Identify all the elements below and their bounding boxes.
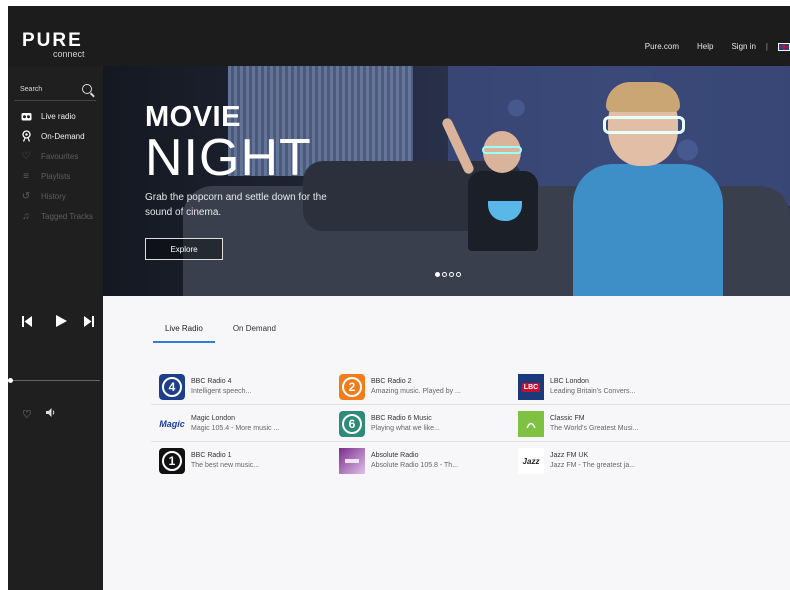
sidebar-item-label: Tagged Tracks bbox=[41, 211, 94, 221]
station-name: BBC Radio 2 bbox=[371, 378, 412, 385]
station-absolute-radio[interactable]: Absolute Radio Absolute Radio 105.8 - Th… bbox=[339, 448, 458, 474]
hero-text: MOVIE NIGHT Grab the popcorn and settle … bbox=[145, 102, 355, 220]
carousel-dot[interactable] bbox=[435, 272, 440, 277]
station-name: Jazz FM UK bbox=[550, 452, 589, 459]
sidebar-item-label: Favourites bbox=[41, 151, 79, 161]
bbc-radio-1-logo-icon: 1 bbox=[159, 448, 185, 474]
sidebar-item-playlists[interactable]: ≡ Playlists bbox=[8, 166, 103, 186]
main-content: Live Radio On Demand 4 BBC Radio 4 Intel… bbox=[103, 296, 790, 590]
sidebar-item-on-demand[interactable]: On-Demand bbox=[8, 126, 103, 146]
station-bbc-radio-4[interactable]: 4 BBC Radio 4 Intelligent speech... bbox=[159, 374, 251, 400]
station-desc: The World's Greatest Musi... bbox=[550, 425, 639, 432]
pure-connect-logo[interactable]: PURE connect bbox=[22, 30, 85, 59]
hero-description: Grab the popcorn and settle down for the… bbox=[145, 192, 327, 218]
station-desc: Absolute Radio 105.8 - Th... bbox=[371, 462, 459, 469]
station-name: Classic FM bbox=[550, 415, 585, 422]
sidebar-item-label: Playlists bbox=[41, 171, 71, 181]
station-name: LBC London bbox=[550, 378, 589, 385]
sidebar-item-label: On-Demand bbox=[41, 131, 85, 141]
station-name: Magic London bbox=[191, 415, 235, 422]
classic-fm-logo-icon bbox=[518, 411, 544, 437]
heart-outline-icon: ♡ bbox=[21, 150, 31, 162]
station-desc: Intelligent speech... bbox=[191, 388, 252, 395]
sidebar-item-history[interactable]: ↺ History bbox=[8, 186, 103, 206]
station-row: Magic Magic London Magic 105.4 - More mu… bbox=[151, 405, 790, 442]
sidebar-item-favourites[interactable]: ♡ Favourites bbox=[8, 146, 103, 166]
station-magic-london[interactable]: Magic Magic London Magic 105.4 - More mu… bbox=[159, 411, 279, 437]
carousel-dot[interactable] bbox=[442, 272, 447, 277]
station-lbc-london[interactable]: LBC LBC London Leading Britain's Convers… bbox=[518, 374, 635, 400]
sidebar: Search Live radio On-Demand ♡ Favourites bbox=[8, 66, 103, 590]
help-link[interactable]: Help bbox=[697, 42, 713, 51]
content-tabs: Live Radio On Demand bbox=[153, 324, 288, 343]
station-desc: Playing what we like... bbox=[371, 425, 440, 432]
uk-flag-icon[interactable] bbox=[778, 42, 790, 51]
music-note-icon: ♫ bbox=[22, 210, 30, 222]
progress-knob[interactable] bbox=[8, 378, 13, 383]
search-placeholder: Search bbox=[20, 86, 43, 93]
hero-title-line1: MOVIE bbox=[145, 101, 241, 133]
hero-child-left bbox=[440, 116, 558, 256]
station-desc: Jazz FM - The greatest ja... bbox=[550, 462, 636, 469]
station-jazz-fm-uk[interactable]: Jazz Jazz FM UK Jazz FM - The greatest j… bbox=[518, 448, 635, 474]
station-grid: 4 BBC Radio 4 Intelligent speech... 2 BB… bbox=[151, 368, 790, 478]
station-desc: Amazing music. Played by ... bbox=[371, 388, 461, 395]
top-links: Pure.com Help Sign in | bbox=[627, 42, 790, 51]
station-desc: Leading Britain's Convers... bbox=[550, 388, 636, 395]
station-row: 1 BBC Radio 1 The best new music... Abso… bbox=[151, 442, 790, 478]
sidebar-nav: Live radio On-Demand ♡ Favourites ≡ Play… bbox=[8, 106, 103, 226]
lbc-logo-icon: LBC bbox=[518, 374, 544, 400]
favourite-heart-icon[interactable]: ♡ bbox=[22, 408, 32, 421]
pure-com-link[interactable]: Pure.com bbox=[645, 42, 679, 51]
sidebar-item-live-radio[interactable]: Live radio bbox=[8, 106, 103, 126]
carousel-dot[interactable] bbox=[449, 272, 454, 277]
player-controls: ♡ bbox=[8, 311, 103, 431]
station-name: Absolute Radio bbox=[371, 452, 419, 459]
magic-logo-icon: Magic bbox=[159, 419, 185, 429]
tab-live-radio[interactable]: Live Radio bbox=[153, 324, 215, 343]
hero-child-right bbox=[573, 82, 733, 296]
sidebar-item-label: Live radio bbox=[41, 111, 76, 121]
explore-button[interactable]: Explore bbox=[145, 238, 223, 260]
bbc-radio-2-logo-icon: 2 bbox=[339, 374, 365, 400]
progress-slider[interactable] bbox=[8, 378, 100, 383]
logo-sub: connect bbox=[53, 49, 85, 59]
carousel-dots bbox=[435, 272, 463, 277]
sidebar-item-tagged-tracks[interactable]: ♫ Tagged Tracks bbox=[8, 206, 103, 226]
divider: | bbox=[765, 42, 768, 51]
station-name: BBC Radio 4 bbox=[191, 378, 232, 385]
station-name: BBC Radio 1 bbox=[191, 452, 232, 459]
station-name: BBC Radio 6 Music bbox=[371, 415, 432, 422]
station-classic-fm[interactable]: Classic FM The World's Greatest Musi... bbox=[518, 411, 638, 437]
station-desc: The best new music... bbox=[191, 462, 260, 469]
hero-banner: MOVIE NIGHT Grab the popcorn and settle … bbox=[103, 66, 790, 296]
station-bbc-radio-2[interactable]: 2 BBC Radio 2 Amazing music. Played by .… bbox=[339, 374, 461, 400]
jazz-fm-logo-icon: Jazz bbox=[518, 448, 544, 474]
search-icon[interactable] bbox=[82, 84, 92, 94]
radio-icon bbox=[20, 110, 32, 122]
carousel-dot[interactable] bbox=[456, 272, 461, 277]
app-frame: PURE connect Pure.com Help Sign in | Sea… bbox=[8, 6, 790, 590]
hero-title-line2: NIGHT bbox=[145, 129, 312, 187]
top-bar: PURE connect Pure.com Help Sign in | bbox=[8, 6, 790, 66]
sidebar-item-label: History bbox=[41, 191, 66, 201]
bbc-radio-4-logo-icon: 4 bbox=[159, 374, 185, 400]
station-bbc-radio-6-music[interactable]: 6 BBC Radio 6 Music Playing what we like… bbox=[339, 411, 440, 437]
bbc-radio-6-logo-icon: 6 bbox=[339, 411, 365, 437]
logo-brand: PURE bbox=[22, 30, 83, 51]
podcast-icon bbox=[20, 130, 32, 142]
station-row: 4 BBC Radio 4 Intelligent speech... 2 BB… bbox=[151, 368, 790, 405]
station-desc: Magic 105.4 - More music ... bbox=[191, 425, 280, 432]
history-icon: ↺ bbox=[21, 190, 31, 202]
absolute-radio-logo-icon bbox=[339, 448, 365, 474]
next-icon[interactable] bbox=[84, 315, 94, 330]
previous-icon[interactable] bbox=[22, 315, 32, 330]
volume-icon[interactable] bbox=[46, 408, 56, 419]
tab-on-demand[interactable]: On Demand bbox=[221, 324, 288, 343]
search-input[interactable]: Search bbox=[14, 82, 96, 101]
playlist-icon: ≡ bbox=[23, 170, 29, 182]
station-bbc-radio-1[interactable]: 1 BBC Radio 1 The best new music... bbox=[159, 448, 259, 474]
sign-in-link[interactable]: Sign in bbox=[731, 42, 755, 51]
play-icon[interactable] bbox=[56, 315, 67, 330]
